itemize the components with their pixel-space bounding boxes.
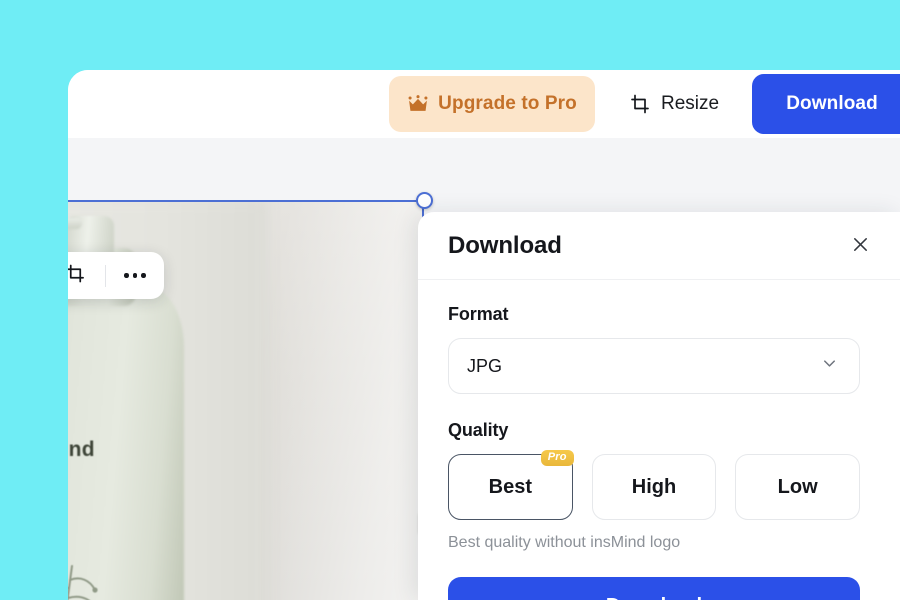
quality-option-low[interactable]: Low (735, 454, 861, 520)
close-icon (851, 235, 870, 257)
top-header-bar: Upgrade to Pro Resize Download (68, 70, 900, 138)
header-download-button[interactable]: Download (752, 74, 900, 134)
quality-option-high-label: High (631, 475, 677, 498)
pro-badge: Pro (540, 450, 574, 466)
crop-icon (68, 264, 85, 288)
download-panel-body: Format JPG Quality Best Pro High Low Bes… (418, 280, 900, 600)
upgrade-to-pro-button[interactable]: Upgrade to Pro (389, 76, 595, 132)
crown-icon (407, 95, 429, 113)
quality-option-group: Best Pro High Low (448, 450, 861, 520)
app-window: Upgrade to Pro Resize Download insMind (68, 70, 900, 600)
quality-hint-text: Best quality without insMind logo (448, 534, 681, 551)
quality-option-high[interactable]: High (591, 454, 717, 520)
download-panel: Download Format JPG Quality Best Pro Hig… (418, 212, 900, 600)
quality-option-best-label: Best (488, 475, 533, 498)
quality-option-best[interactable]: Best Pro (448, 450, 574, 520)
panel-download-button[interactable]: Download (448, 577, 860, 600)
upgrade-to-pro-label: Upgrade to Pro (438, 93, 577, 114)
format-section-label: Format (448, 304, 509, 324)
download-panel-header: Download (418, 212, 900, 280)
close-panel-button[interactable] (844, 230, 876, 262)
canvas-area[interactable]: insMind (68, 138, 900, 600)
more-horizontal-icon (124, 273, 146, 278)
quality-option-low-label: Low (777, 475, 818, 498)
chevron-down-icon (820, 354, 839, 378)
crop-tool-button[interactable] (68, 252, 105, 299)
format-select[interactable]: JPG (448, 338, 860, 394)
crop-frame-icon (630, 94, 650, 114)
resize-button[interactable]: Resize (620, 76, 729, 132)
selection-handle-top-right[interactable] (416, 192, 433, 209)
more-options-button[interactable] (106, 252, 165, 299)
quality-section-label: Quality (448, 420, 509, 440)
resize-label: Resize (661, 93, 720, 114)
element-floating-toolbar (68, 252, 164, 299)
download-panel-title: Download (448, 231, 562, 259)
format-selected-value: JPG (467, 355, 503, 376)
